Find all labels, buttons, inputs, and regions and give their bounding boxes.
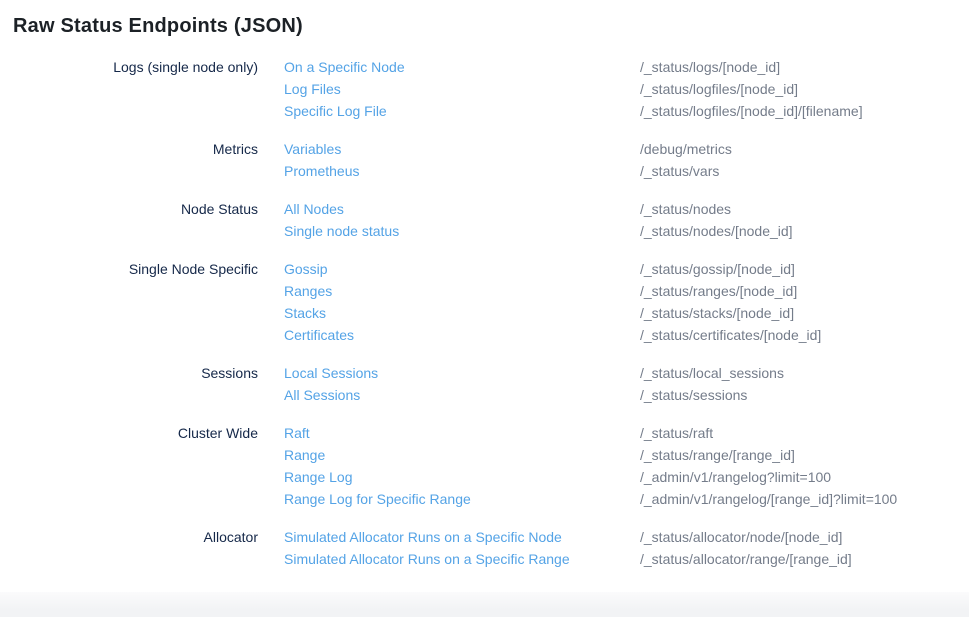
endpoint-row: Single node status /_status/nodes/[node_… xyxy=(284,220,969,242)
endpoint-link[interactable]: Ranges xyxy=(284,280,640,302)
endpoint-path: /_status/allocator/range/[range_id] xyxy=(640,548,852,570)
endpoint-path: /_status/logfiles/[node_id]/[filename] xyxy=(640,100,863,122)
endpoint-link[interactable]: On a Specific Node xyxy=(284,56,640,78)
endpoint-path: /_status/range/[range_id] xyxy=(640,444,795,466)
endpoint-link[interactable]: Range Log for Specific Range xyxy=(284,488,640,510)
endpoint-link[interactable]: Log Files xyxy=(284,78,640,100)
category-label: Cluster Wide xyxy=(0,422,258,510)
endpoint-row: On a Specific Node /_status/logs/[node_i… xyxy=(284,56,969,78)
endpoint-path: /_status/allocator/node/[node_id] xyxy=(640,526,842,548)
category-label: Node Status xyxy=(0,198,258,242)
endpoint-row: Raft /_status/raft xyxy=(284,422,969,444)
endpoint-path: /_status/logs/[node_id] xyxy=(640,56,780,78)
endpoint-path: /debug/metrics xyxy=(640,138,732,160)
endpoint-link[interactable]: Certificates xyxy=(284,324,640,346)
category-label: Logs (single node only) xyxy=(0,56,258,122)
endpoint-group-rows: On a Specific Node /_status/logs/[node_i… xyxy=(284,56,969,122)
endpoint-group: Logs (single node only) On a Specific No… xyxy=(0,56,969,122)
endpoint-link[interactable]: Stacks xyxy=(284,302,640,324)
endpoint-path: /_status/local_sessions xyxy=(640,362,784,384)
endpoint-link[interactable]: All Nodes xyxy=(284,198,640,220)
category-label: Single Node Specific xyxy=(0,258,258,346)
endpoint-row: All Sessions /_status/sessions xyxy=(284,384,969,406)
endpoint-link[interactable]: Local Sessions xyxy=(284,362,640,384)
category-label: Allocator xyxy=(0,526,258,570)
endpoint-group-rows: Raft /_status/raft Range /_status/range/… xyxy=(284,422,969,510)
page-title: Raw Status Endpoints (JSON) xyxy=(13,14,969,38)
endpoint-link[interactable]: Raft xyxy=(284,422,640,444)
endpoint-row: Range Log /_admin/v1/rangelog?limit=100 xyxy=(284,466,969,488)
endpoint-link[interactable]: Simulated Allocator Runs on a Specific R… xyxy=(284,548,640,570)
endpoint-link[interactable]: Specific Log File xyxy=(284,100,640,122)
endpoint-link[interactable]: All Sessions xyxy=(284,384,640,406)
endpoint-path: /_status/nodes/[node_id] xyxy=(640,220,793,242)
endpoint-group: Metrics Variables /debug/metrics Prometh… xyxy=(0,138,969,182)
endpoint-link[interactable]: Variables xyxy=(284,138,640,160)
endpoint-link[interactable]: Simulated Allocator Runs on a Specific N… xyxy=(284,526,640,548)
endpoint-link[interactable]: Range Log xyxy=(284,466,640,488)
endpoint-path: /_status/certificates/[node_id] xyxy=(640,324,821,346)
page-footer-background xyxy=(0,592,969,617)
endpoint-link[interactable]: Range xyxy=(284,444,640,466)
endpoint-row: Stacks /_status/stacks/[node_id] xyxy=(284,302,969,324)
endpoints-list: Logs (single node only) On a Specific No… xyxy=(0,56,969,570)
endpoint-row: Specific Log File /_status/logfiles/[nod… xyxy=(284,100,969,122)
endpoint-group-rows: Simulated Allocator Runs on a Specific N… xyxy=(284,526,969,570)
endpoint-link[interactable]: Prometheus xyxy=(284,160,640,182)
endpoint-row: Certificates /_status/certificates/[node… xyxy=(284,324,969,346)
endpoint-path: /_status/gossip/[node_id] xyxy=(640,258,795,280)
category-label: Sessions xyxy=(0,362,258,406)
endpoint-group: Sessions Local Sessions /_status/local_s… xyxy=(0,362,969,406)
endpoint-path: /_status/nodes xyxy=(640,198,731,220)
endpoint-path: /_status/raft xyxy=(640,422,713,444)
endpoint-path: /_admin/v1/rangelog/[range_id]?limit=100 xyxy=(640,488,897,510)
endpoint-row: Simulated Allocator Runs on a Specific N… xyxy=(284,526,969,548)
endpoint-path: /_status/ranges/[node_id] xyxy=(640,280,797,302)
endpoint-group: Node Status All Nodes /_status/nodes Sin… xyxy=(0,198,969,242)
endpoint-group-rows: Local Sessions /_status/local_sessions A… xyxy=(284,362,969,406)
endpoint-path: /_status/stacks/[node_id] xyxy=(640,302,794,324)
endpoint-link[interactable]: Single node status xyxy=(284,220,640,242)
endpoint-path: /_admin/v1/rangelog?limit=100 xyxy=(640,466,831,488)
endpoint-path: /_status/sessions xyxy=(640,384,747,406)
endpoint-row: All Nodes /_status/nodes xyxy=(284,198,969,220)
endpoint-group-rows: All Nodes /_status/nodes Single node sta… xyxy=(284,198,969,242)
endpoints-panel: Raw Status Endpoints (JSON) Logs (single… xyxy=(0,14,969,570)
endpoint-group: Cluster Wide Raft /_status/raft Range /_… xyxy=(0,422,969,510)
endpoint-row: Simulated Allocator Runs on a Specific R… xyxy=(284,548,969,570)
endpoint-group-rows: Variables /debug/metrics Prometheus /_st… xyxy=(284,138,969,182)
endpoint-path: /_status/logfiles/[node_id] xyxy=(640,78,798,100)
endpoint-group-rows: Gossip /_status/gossip/[node_id] Ranges … xyxy=(284,258,969,346)
endpoint-row: Prometheus /_status/vars xyxy=(284,160,969,182)
endpoint-row: Ranges /_status/ranges/[node_id] xyxy=(284,280,969,302)
endpoint-path: /_status/vars xyxy=(640,160,719,182)
endpoint-row: Variables /debug/metrics xyxy=(284,138,969,160)
endpoint-link[interactable]: Gossip xyxy=(284,258,640,280)
endpoint-group: Allocator Simulated Allocator Runs on a … xyxy=(0,526,969,570)
endpoint-group: Single Node Specific Gossip /_status/gos… xyxy=(0,258,969,346)
category-label: Metrics xyxy=(0,138,258,182)
endpoint-row: Log Files /_status/logfiles/[node_id] xyxy=(284,78,969,100)
endpoint-row: Range Log for Specific Range /_admin/v1/… xyxy=(284,488,969,510)
endpoint-row: Range /_status/range/[range_id] xyxy=(284,444,969,466)
endpoint-row: Local Sessions /_status/local_sessions xyxy=(284,362,969,384)
endpoint-row: Gossip /_status/gossip/[node_id] xyxy=(284,258,969,280)
